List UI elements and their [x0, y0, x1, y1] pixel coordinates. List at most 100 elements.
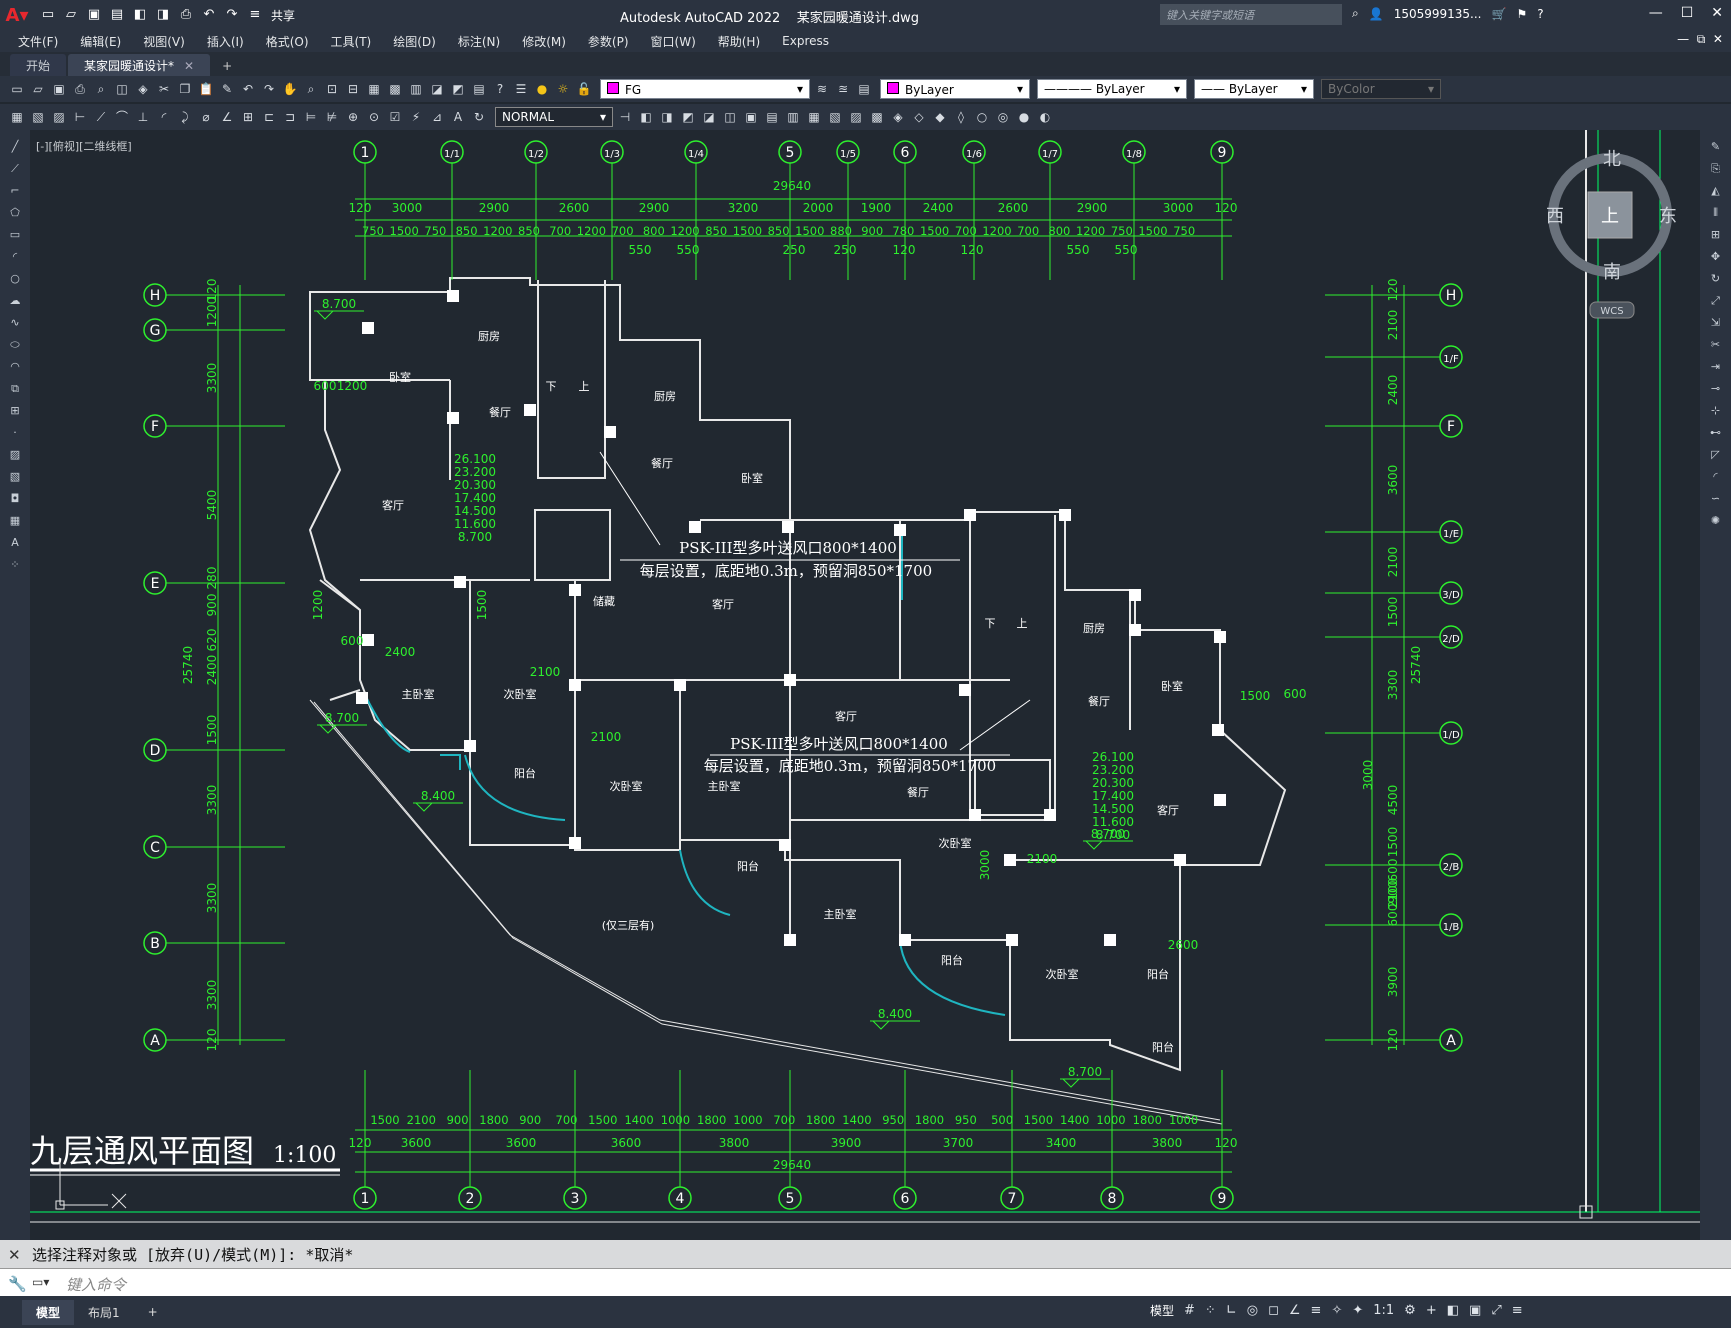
- zoom-realtime-icon[interactable]: ⌕: [302, 80, 320, 98]
- ortho-icon[interactable]: ∟: [1226, 1303, 1237, 1318]
- viewport-controls[interactable]: [-][俯视][二维线框]: [36, 138, 132, 154]
- saveas-icon[interactable]: ▤: [109, 7, 125, 23]
- move-icon[interactable]: ✥: [1706, 250, 1726, 268]
- modify-icon-5[interactable]: ◫: [721, 108, 739, 126]
- menu-format[interactable]: 格式(O): [266, 33, 309, 50]
- model-space-button[interactable]: 模型: [1150, 1302, 1174, 1319]
- modify-icon-17[interactable]: ○: [973, 108, 991, 126]
- modify-icon-16[interactable]: ◊: [952, 108, 970, 126]
- user-name[interactable]: 1505999135...: [1394, 7, 1482, 21]
- autocad-logo-icon[interactable]: A▾: [0, 0, 34, 30]
- polyline-icon[interactable]: ⌐: [5, 184, 25, 202]
- autodesk-app-icon[interactable]: ⚑: [1516, 7, 1527, 21]
- gradient-icon[interactable]: ▧: [5, 470, 25, 488]
- redo-icon[interactable]: ↷: [224, 7, 240, 23]
- linetype-dropdown[interactable]: ———— ByLayer ▾: [1037, 79, 1187, 99]
- search-icon[interactable]: ⌕: [1352, 6, 1359, 21]
- open-file-icon[interactable]: ▱: [29, 80, 47, 98]
- maximize-icon[interactable]: ☐: [1681, 5, 1694, 21]
- modify-icon-6[interactable]: ▣: [742, 108, 760, 126]
- hatch-icon[interactable]: ▨: [5, 448, 25, 466]
- save-icon[interactable]: ▣: [86, 7, 102, 23]
- layer-tool-icon[interactable]: ▦: [8, 108, 26, 126]
- web-save-icon[interactable]: ◨: [155, 7, 171, 23]
- new-icon[interactable]: ▭: [40, 7, 56, 23]
- join-icon[interactable]: ⊷: [1706, 426, 1726, 444]
- save-file-icon[interactable]: ▣: [50, 80, 68, 98]
- plot-icon[interactable]: ⎙: [71, 80, 89, 98]
- layer-freeze-icon[interactable]: ☼: [554, 80, 572, 98]
- modify-icon-13[interactable]: ◈: [889, 108, 907, 126]
- dim-text-edit-icon[interactable]: A: [449, 108, 467, 126]
- annotation-visibility-icon[interactable]: ✧: [1331, 1303, 1342, 1318]
- stretch-icon[interactable]: ⇲: [1706, 316, 1726, 334]
- dim-arc-icon[interactable]: ⌒: [113, 108, 131, 126]
- close-icon[interactable]: ✕: [1711, 5, 1723, 21]
- dim-continue-icon[interactable]: ⊐: [281, 108, 299, 126]
- break-icon[interactable]: ⊹: [1706, 404, 1726, 422]
- jog-line-icon[interactable]: ⚡: [407, 108, 425, 126]
- dim-space-icon[interactable]: ⊨: [302, 108, 320, 126]
- annotation-scale[interactable]: 1:1: [1373, 1303, 1394, 1318]
- erase-icon[interactable]: ✎: [1706, 140, 1726, 158]
- copy-obj-icon[interactable]: ⎘: [1706, 162, 1726, 180]
- dim-angular-icon[interactable]: ∠: [218, 108, 236, 126]
- menu-window[interactable]: 窗口(W): [651, 33, 696, 50]
- modify-icon-14[interactable]: ◇: [910, 108, 928, 126]
- layout-tab-1[interactable]: 布局1: [74, 1300, 134, 1325]
- menu-express[interactable]: Express: [782, 34, 829, 48]
- modify-icon-19[interactable]: ●: [1015, 108, 1033, 126]
- modify-icon-8[interactable]: ▥: [784, 108, 802, 126]
- undo-icon[interactable]: ↶: [201, 7, 217, 23]
- menu-edit[interactable]: 编辑(E): [80, 33, 121, 50]
- menu-dimension[interactable]: 标注(N): [458, 33, 500, 50]
- search-input[interactable]: 键入关键字或短语: [1160, 4, 1342, 25]
- insert-block-icon[interactable]: ⧉: [5, 382, 25, 400]
- publish-icon[interactable]: ◫: [113, 80, 131, 98]
- properties-icon[interactable]: ▦: [365, 80, 383, 98]
- viewcube[interactable]: 北南 东 西 上 WCS: [1546, 149, 1677, 319]
- scale-icon[interactable]: ⤢: [1706, 294, 1726, 312]
- add-icon[interactable]: +: [1426, 1303, 1437, 1318]
- menu-tools[interactable]: 工具(T): [331, 33, 372, 50]
- undo-tool-icon[interactable]: ↶: [239, 80, 257, 98]
- rotate-icon[interactable]: ↻: [1706, 272, 1726, 290]
- menu-modify[interactable]: 修改(M): [522, 33, 566, 50]
- 3d-icon[interactable]: ◈: [134, 80, 152, 98]
- inspect-icon[interactable]: ☑: [386, 108, 404, 126]
- modify-icon-7[interactable]: ▤: [763, 108, 781, 126]
- preview-icon[interactable]: ⌕: [92, 80, 110, 98]
- trim-icon[interactable]: ✂: [1706, 338, 1726, 356]
- center-mark-icon[interactable]: ⊙: [365, 108, 383, 126]
- dim-baseline-icon[interactable]: ⊏: [260, 108, 278, 126]
- layer-state-icon[interactable]: ▤: [855, 80, 873, 98]
- customize-icon[interactable]: ≡: [247, 7, 263, 23]
- circle-icon[interactable]: ○: [5, 272, 25, 290]
- menu-draw[interactable]: 绘图(D): [393, 33, 436, 50]
- osnap-icon[interactable]: ◻: [1268, 1303, 1279, 1318]
- tab-start[interactable]: 开始: [10, 54, 67, 76]
- cart-icon[interactable]: 🛒: [1491, 7, 1506, 21]
- user-icon[interactable]: 👤: [1369, 7, 1384, 21]
- fillet-icon[interactable]: ◜: [1706, 470, 1726, 488]
- paste-icon[interactable]: 📋: [197, 80, 215, 98]
- dim-update-icon[interactable]: ↻: [470, 108, 488, 126]
- document-window-controls[interactable]: — ⧉ ✕: [1677, 32, 1723, 47]
- modify-icon-10[interactable]: ▧: [826, 108, 844, 126]
- command-input[interactable]: 🔧 ▭▾ 键入命令: [0, 1268, 1731, 1296]
- dim-radius-icon[interactable]: ◜: [155, 108, 173, 126]
- layer-dropdown[interactable]: FG ▾: [600, 79, 810, 99]
- blend-icon[interactable]: ∽: [1706, 492, 1726, 510]
- sheet-set-icon[interactable]: ◪: [428, 80, 446, 98]
- mirror-icon[interactable]: ◭: [1706, 184, 1726, 202]
- settings-icon[interactable]: ⚙: [1404, 1303, 1416, 1318]
- tab-close-icon[interactable]: ✕: [184, 59, 194, 73]
- layer-tool2-icon[interactable]: ▧: [29, 108, 47, 126]
- minimize-icon[interactable]: —: [1649, 5, 1663, 21]
- dim-ordinate-icon[interactable]: ⊥: [134, 108, 152, 126]
- dim-aligned-icon[interactable]: ⟋: [92, 108, 110, 126]
- modify-icon-2[interactable]: ◨: [658, 108, 676, 126]
- xline-icon[interactable]: ⟋: [5, 162, 25, 180]
- zoom-window-icon[interactable]: ⊡: [323, 80, 341, 98]
- table-icon[interactable]: ▦: [5, 514, 25, 532]
